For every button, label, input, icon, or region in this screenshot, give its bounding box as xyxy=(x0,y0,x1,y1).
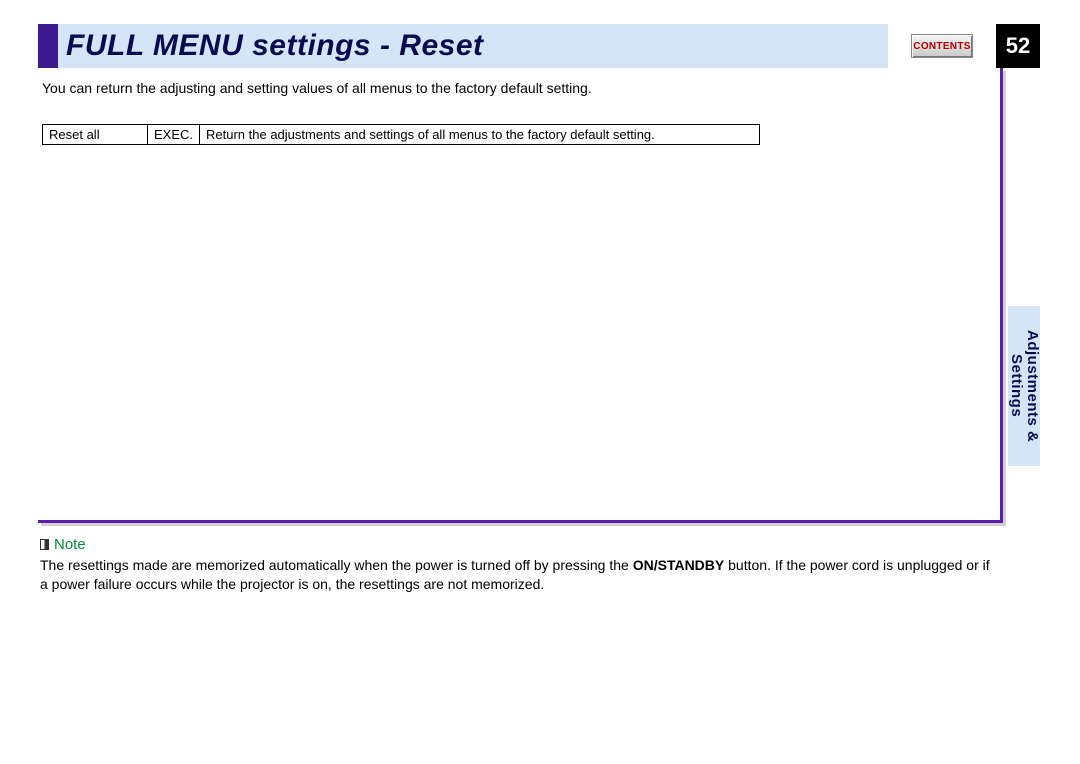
page-number: 52 xyxy=(996,24,1040,68)
table-row: Reset all EXEC. Return the adjustments a… xyxy=(43,125,760,145)
note-bold: ON/STANDBY xyxy=(633,557,725,573)
header-accent-strip xyxy=(38,24,58,68)
header-bar: FULL MENU settings - Reset CONTENTS 52 xyxy=(38,24,1040,68)
side-tab-label: Adjustments & Settings xyxy=(1008,330,1040,442)
settings-table: Reset all EXEC. Return the adjustments a… xyxy=(42,124,760,145)
manual-page: FULL MENU settings - Reset CONTENTS 52 Y… xyxy=(38,0,1040,764)
setting-name-cell: Reset all xyxy=(43,125,148,145)
intro-text: You can return the adjusting and setting… xyxy=(42,80,1000,96)
side-tab-line2: Settings xyxy=(1008,354,1025,417)
side-tab-line1: Adjustments & xyxy=(1024,330,1041,442)
page-title: FULL MENU settings - Reset xyxy=(66,29,484,63)
contents-button[interactable]: CONTENTS xyxy=(911,34,973,58)
section-side-tab: Adjustments & Settings xyxy=(1008,306,1040,466)
title-block: FULL MENU settings - Reset xyxy=(58,24,888,68)
note-icon xyxy=(40,539,49,550)
note-section: Note The resettings made are memorized a… xyxy=(40,536,1000,594)
setting-action-cell: EXEC. xyxy=(148,125,200,145)
note-heading-text: Note xyxy=(54,536,86,553)
content-well: You can return the adjusting and setting… xyxy=(38,68,1003,523)
note-body: The resettings made are memorized automa… xyxy=(40,556,1000,594)
note-heading: Note xyxy=(40,536,1000,553)
note-text-before: The resettings made are memorized automa… xyxy=(40,557,633,573)
setting-description-cell: Return the adjustments and settings of a… xyxy=(200,125,760,145)
